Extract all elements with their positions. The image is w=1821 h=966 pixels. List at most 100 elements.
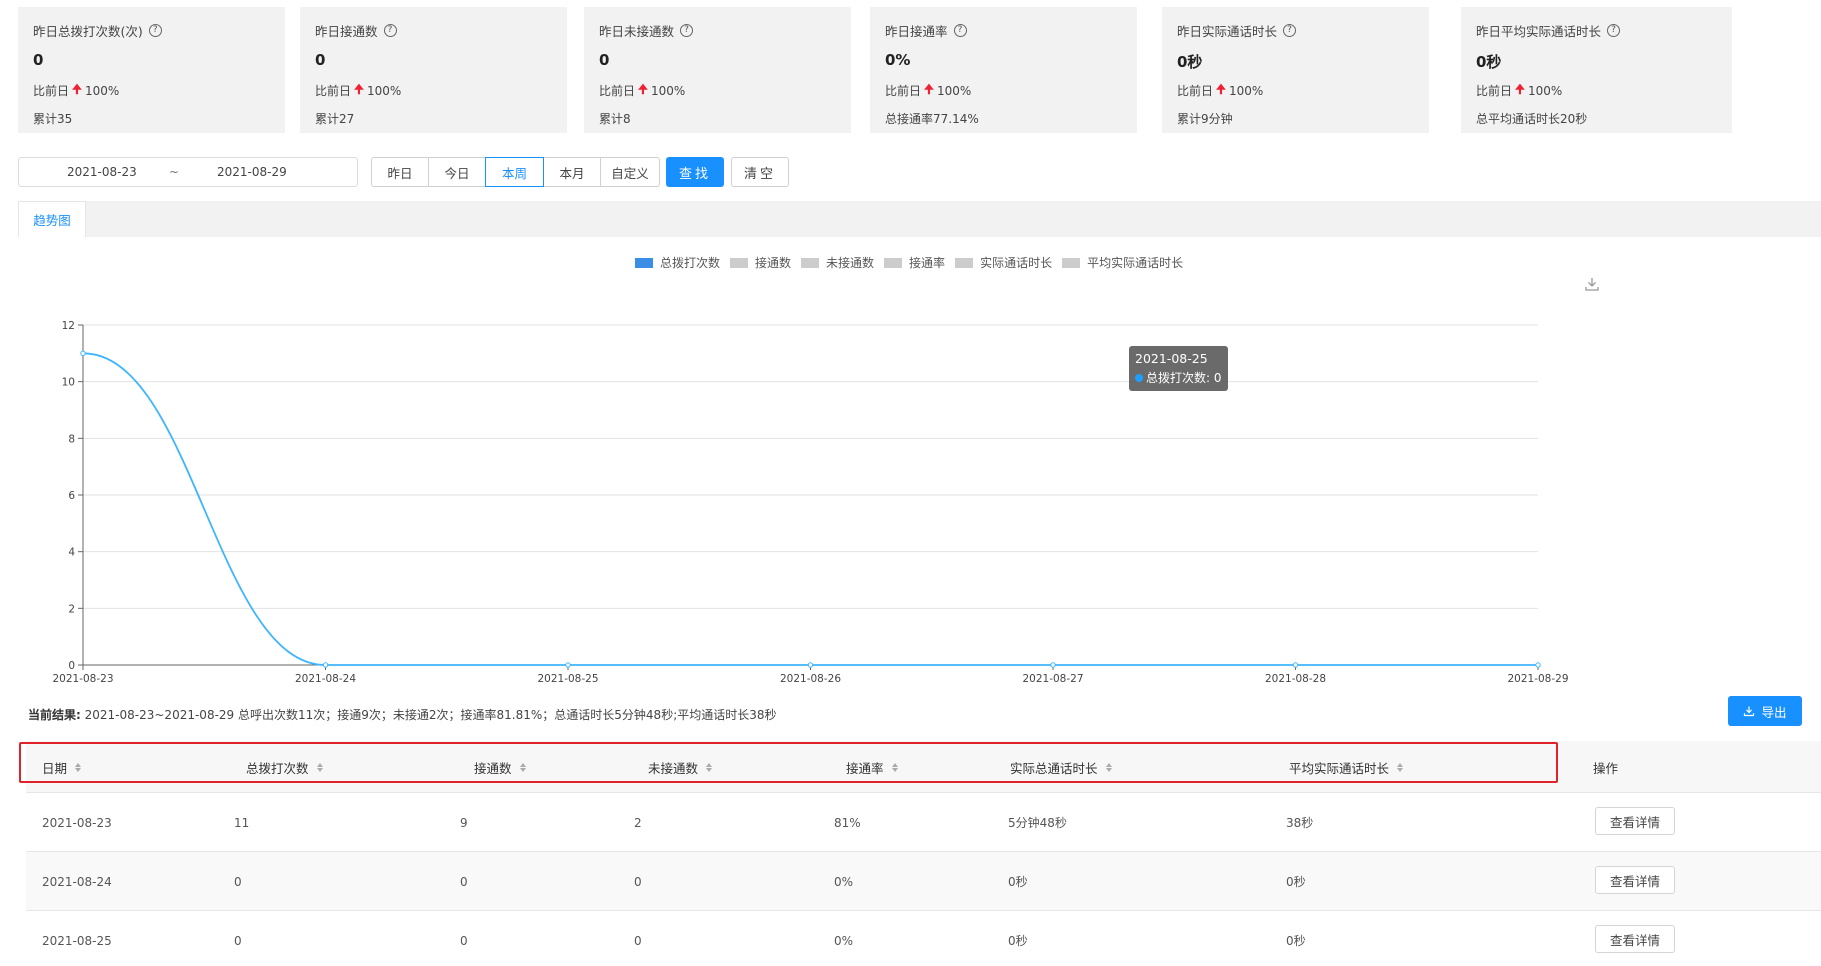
help-icon[interactable]: ?: [680, 23, 694, 37]
legend-item[interactable]: 接通率: [884, 254, 945, 271]
y-tick-label: 0: [68, 660, 75, 672]
data-point: [1050, 662, 1056, 668]
column-header-connected[interactable]: 接通数: [474, 741, 526, 793]
column-header-avg-duration[interactable]: 平均实际通话时长: [1289, 741, 1404, 793]
legend-swatch: [635, 257, 653, 268]
data-point: [80, 350, 86, 357]
legend-label: 未接通数: [826, 256, 875, 270]
period-this-month-button[interactable]: 本月: [543, 157, 601, 187]
legend-item[interactable]: 实际通话时长: [955, 254, 1052, 271]
stat-total: 累计35: [33, 112, 73, 126]
header-label: 未接通数: [648, 760, 699, 776]
sort-icon[interactable]: [75, 762, 82, 772]
sort-icon[interactable]: [706, 762, 713, 772]
header-label: 实际总通话时长: [1010, 760, 1098, 776]
column-header-missed[interactable]: 未接通数: [648, 741, 713, 793]
stat-title: 昨日接通数: [315, 23, 378, 39]
column-header-total-duration[interactable]: 实际总通话时长: [1010, 741, 1112, 793]
legend-swatch: [884, 257, 903, 268]
sort-icon[interactable]: [891, 762, 898, 772]
legend-swatch: [955, 257, 974, 268]
compare-value: 100%: [650, 83, 686, 98]
cell-missed: 0: [634, 933, 642, 948]
stat-total: 累计9分钟: [1177, 112, 1233, 126]
compare-value: 100%: [1228, 83, 1264, 98]
header-label: 平均实际通话时长: [1289, 760, 1390, 776]
tab-bar: 趋势图: [18, 201, 1821, 237]
stat-total: 总平均通话时长20秒: [1476, 112, 1588, 126]
period-custom-button[interactable]: 自定义: [600, 157, 660, 187]
stat-card: 昨日平均实际通话时长? 0秒 比前日 🠉 100% 总平均通话时长20秒: [1461, 7, 1732, 133]
sort-icon[interactable]: [1397, 762, 1404, 772]
stat-value: 0: [599, 51, 610, 69]
compare-label: 比前日: [599, 84, 636, 98]
view-details-button[interactable]: 查看详情: [1595, 925, 1675, 953]
cell-avg-duration: 0秒: [1286, 875, 1306, 889]
legend-item[interactable]: 未接通数: [801, 254, 874, 271]
header-label: 总拨打次数: [246, 760, 309, 776]
x-tick-label: 2021-08-27: [1022, 673, 1083, 685]
legend-item[interactable]: 接通数: [730, 254, 791, 271]
trend-line-chart: 0246810122021-08-23 2021-08-24 2021-08-25 2…: [52, 320, 1568, 685]
date-range-picker[interactable]: 2021-08-23 ~ 2021-08-29: [18, 157, 358, 187]
end-date[interactable]: 2021-08-29: [217, 165, 287, 179]
data-point: [1292, 662, 1299, 668]
view-details-button[interactable]: 查看详情: [1595, 807, 1675, 835]
y-tick-label: 4: [68, 547, 75, 559]
legend-swatch: [730, 257, 749, 268]
x-tick-label: 2021-08-25: [537, 673, 598, 685]
period-today-button[interactable]: 今日: [428, 157, 486, 187]
series-line: [82, 352, 1538, 666]
view-details-button[interactable]: 查看详情: [1595, 866, 1675, 894]
compare-value: 100%: [84, 83, 120, 98]
help-icon[interactable]: ?: [383, 23, 397, 37]
y-tick-label: 2: [68, 603, 75, 615]
sort-icon[interactable]: [316, 762, 323, 772]
help-icon[interactable]: ?: [1607, 23, 1621, 37]
column-header-date[interactable]: 日期: [42, 741, 82, 793]
stat-card: 昨日接通率? 0% 比前日 🠉 100% 总接通率77.14%: [870, 7, 1137, 133]
up-arrow-icon: 🠉: [354, 82, 364, 96]
y-tick-label: 6: [68, 490, 75, 502]
legend-item[interactable]: 平均实际通话时长: [1062, 254, 1183, 271]
y-tick-label: 12: [62, 320, 75, 332]
column-header-connect-rate[interactable]: 接通率: [846, 741, 898, 793]
column-header-total-calls[interactable]: 总拨打次数: [246, 741, 323, 793]
header-label: 日期: [42, 760, 68, 776]
chart-legend: 总拨打次数 接通数 未接通数 接通率 实际通话时长 平均实际通话时长: [635, 254, 1187, 271]
help-icon[interactable]: ?: [148, 23, 162, 37]
period-yesterday-button[interactable]: 昨日: [371, 157, 429, 187]
compare-value: 100%: [366, 83, 402, 98]
search-button[interactable]: 查找: [666, 157, 724, 187]
stat-total: 累计8: [599, 112, 631, 126]
cell-total-calls: 0: [234, 874, 242, 889]
legend-label: 总拨打次数: [660, 256, 721, 270]
data-point: [322, 662, 329, 668]
sort-icon[interactable]: [519, 762, 526, 772]
cell-missed: 2: [634, 815, 642, 830]
compare-label: 比前日: [1177, 84, 1214, 98]
help-icon[interactable]: ?: [953, 23, 967, 37]
date-separator: ~: [169, 165, 180, 179]
compare-label: 比前日: [885, 84, 922, 98]
cell-total-duration: 0秒: [1008, 934, 1028, 948]
legend-item[interactable]: 总拨打次数: [635, 254, 720, 271]
compare-label: 比前日: [315, 84, 352, 98]
period-this-week-button[interactable]: 本周: [485, 157, 544, 187]
cell-missed: 0: [634, 874, 642, 889]
clear-button[interactable]: 清空: [731, 157, 789, 187]
help-icon[interactable]: ?: [1283, 23, 1297, 37]
cell-avg-duration: 38秒: [1286, 816, 1314, 830]
stat-title: 昨日总拨打次数(次): [33, 23, 143, 39]
tab-trend[interactable]: 趋势图: [18, 201, 86, 237]
sort-icon[interactable]: [1105, 762, 1112, 772]
legend-label: 接通率: [909, 256, 946, 270]
cell-date: 2021-08-24: [42, 874, 112, 889]
start-date[interactable]: 2021-08-23: [67, 165, 137, 179]
x-tick-label: 2021-08-24: [295, 673, 356, 685]
up-arrow-icon: 🠉: [72, 82, 82, 96]
summary-text: 2021-08-23~2021-08-29 总呼出次数11次；接通9次；未接通2…: [84, 708, 777, 722]
download-icon[interactable]: [1584, 276, 1600, 292]
export-button[interactable]: 导出: [1728, 696, 1802, 726]
cell-connect-rate: 0%: [834, 874, 854, 889]
